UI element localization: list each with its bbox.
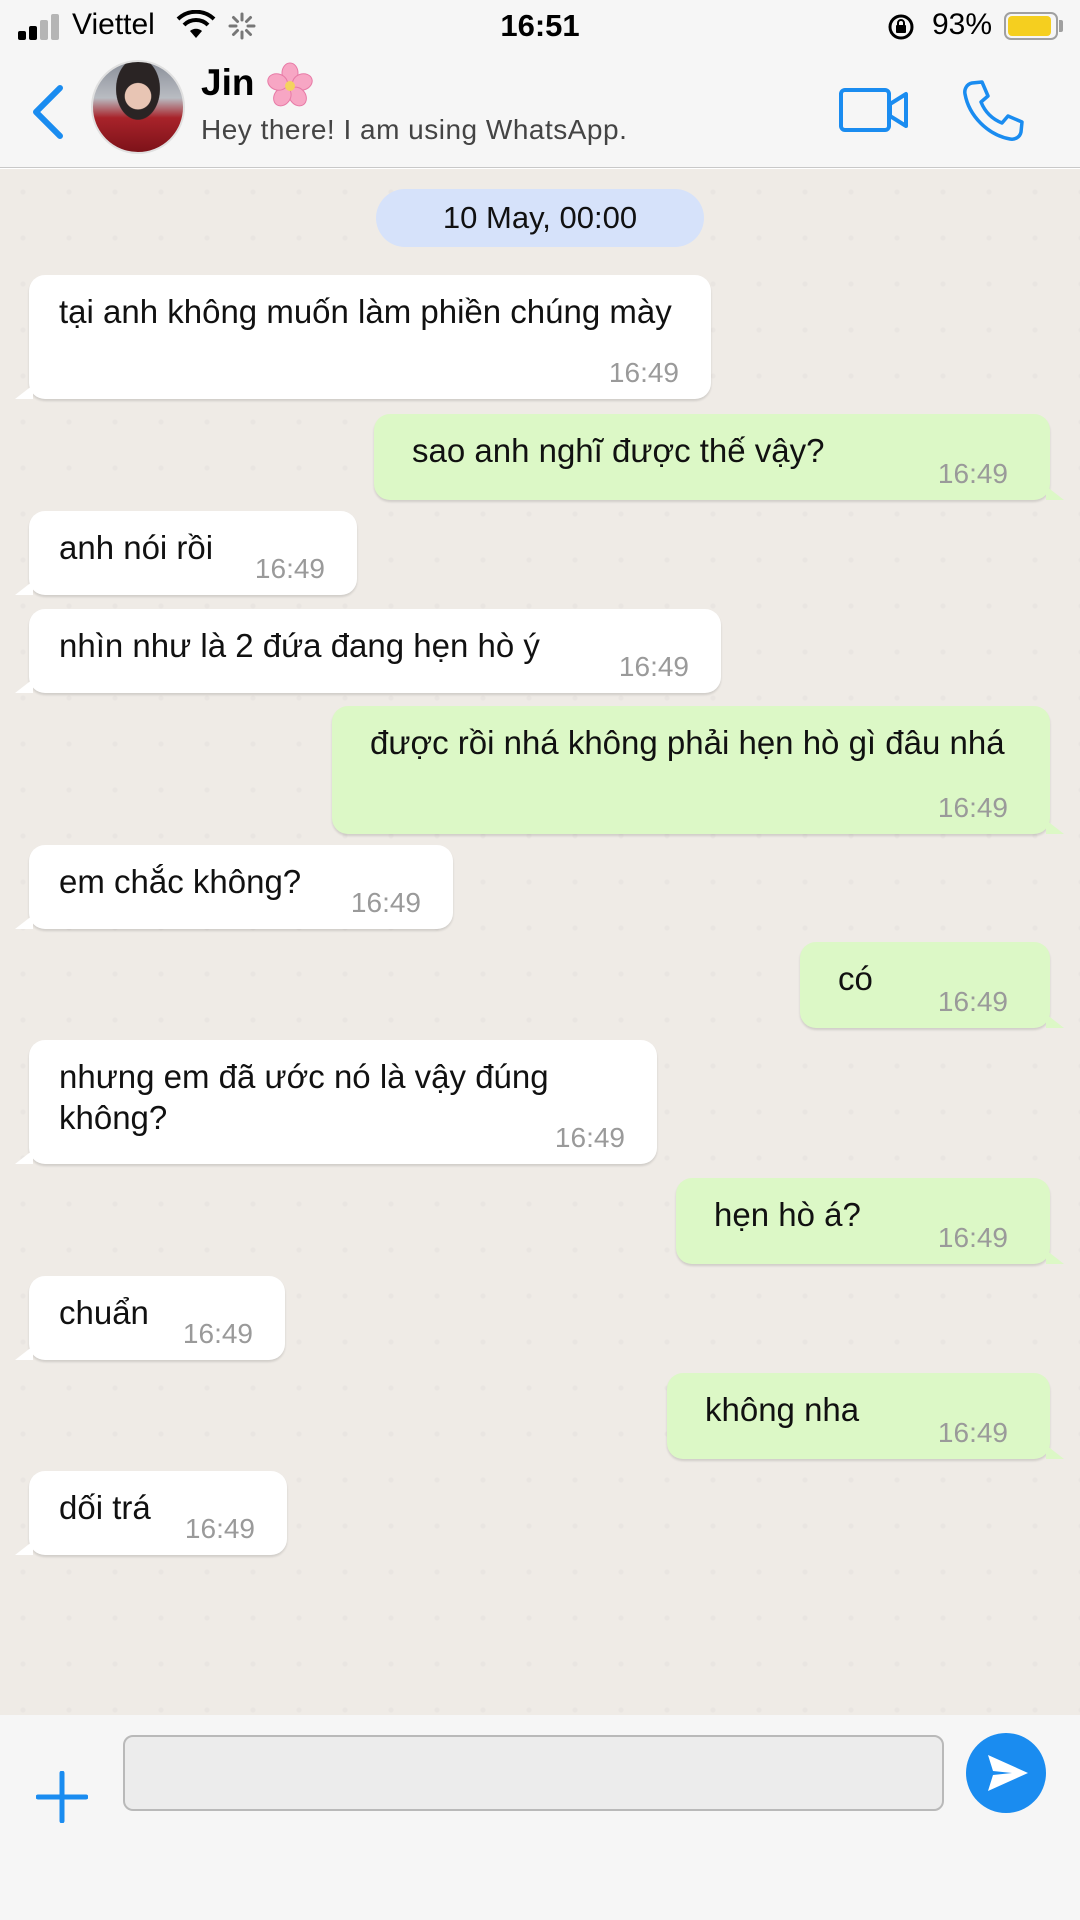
message-input-bar (0, 1715, 1080, 1920)
message-bubble-incoming[interactable]: dối trá 16:49 (15, 1471, 287, 1555)
message-bubble-incoming[interactable]: nhưng em đã ước nó là vậy đúng không? 16… (15, 1040, 657, 1164)
message-text: sao anh nghĩ được thế vậy? (412, 432, 825, 469)
plus-icon[interactable] (36, 1771, 88, 1823)
message-bubble-outgoing[interactable]: có 16:49 (800, 942, 1064, 1028)
message-bubble-incoming[interactable]: chuẩn 16:49 (15, 1276, 285, 1360)
send-button[interactable] (966, 1733, 1046, 1813)
cherry-blossom-icon (267, 62, 313, 107)
message-text: nhìn như là 2 đứa đang hẹn hò ý (59, 627, 540, 664)
message-time: 16:49 (618, 651, 689, 682)
message-time: 16:49 (182, 1318, 253, 1349)
message-time: 16:49 (608, 357, 679, 388)
back-chevron-icon[interactable] (28, 82, 68, 142)
chat-header: Jin Hey there! I am using WhatsApp. (0, 54, 1080, 168)
message-input[interactable] (123, 1735, 944, 1811)
battery-tip (1059, 20, 1063, 32)
phone-call-icon[interactable] (960, 78, 1026, 144)
message-bubble-outgoing[interactable]: sao anh nghĩ được thế vậy? 16:49 (374, 414, 1064, 500)
message-time: 16:49 (937, 458, 1008, 489)
message-bubble-outgoing[interactable]: không nha 16:49 (667, 1373, 1064, 1459)
message-bubble-incoming[interactable]: em chắc không? 16:49 (15, 845, 453, 929)
contact-status: Hey there! I am using WhatsApp. (201, 114, 628, 145)
status-bar: Viettel 16:51 93% (0, 0, 1080, 54)
message-bubble-outgoing[interactable]: được rồi nhá không phải hẹn hò gì đâu nh… (332, 706, 1064, 834)
message-time: 16:49 (350, 887, 421, 918)
message-text: được rồi nhá không phải hẹn hò gì đâu nh… (370, 724, 1005, 761)
rotation-lock-icon (888, 14, 914, 40)
message-text: tại anh không muốn làm phiền chúng mày (59, 293, 672, 330)
message-time: 16:49 (937, 986, 1008, 1017)
message-time: 16:49 (254, 553, 325, 584)
message-time: 16:49 (937, 1417, 1008, 1448)
battery-percent: 93% (932, 8, 993, 41)
message-text: nhưng em đã ước nó là vậy đúng không? (59, 1058, 549, 1136)
message-bubble-incoming[interactable]: tại anh không muốn làm phiền chúng mày 1… (15, 275, 711, 399)
message-time: 16:49 (184, 1513, 255, 1544)
send-icon (988, 1755, 1028, 1791)
message-bubble-incoming[interactable]: anh nói rồi 16:49 (15, 511, 357, 595)
battery-icon (1004, 12, 1058, 40)
message-bubble-incoming[interactable]: nhìn như là 2 đứa đang hẹn hò ý 16:49 (15, 609, 721, 693)
message-time: 16:49 (937, 1222, 1008, 1253)
message-bubble-outgoing[interactable]: hẹn hò á? 16:49 (676, 1178, 1064, 1264)
contact-avatar[interactable] (91, 60, 185, 154)
battery-level (1008, 16, 1051, 36)
date-separator: 10 May, 00:00 (376, 189, 704, 247)
message-time: 16:49 (554, 1122, 625, 1153)
status-time: 16:51 (500, 8, 580, 43)
chat-area[interactable]: 10 May, 00:00 tại anh không muốn làm phi… (0, 169, 1080, 1715)
video-call-icon[interactable] (838, 82, 910, 138)
message-time: 16:49 (937, 792, 1008, 823)
contact-name[interactable]: Jin (201, 62, 254, 104)
